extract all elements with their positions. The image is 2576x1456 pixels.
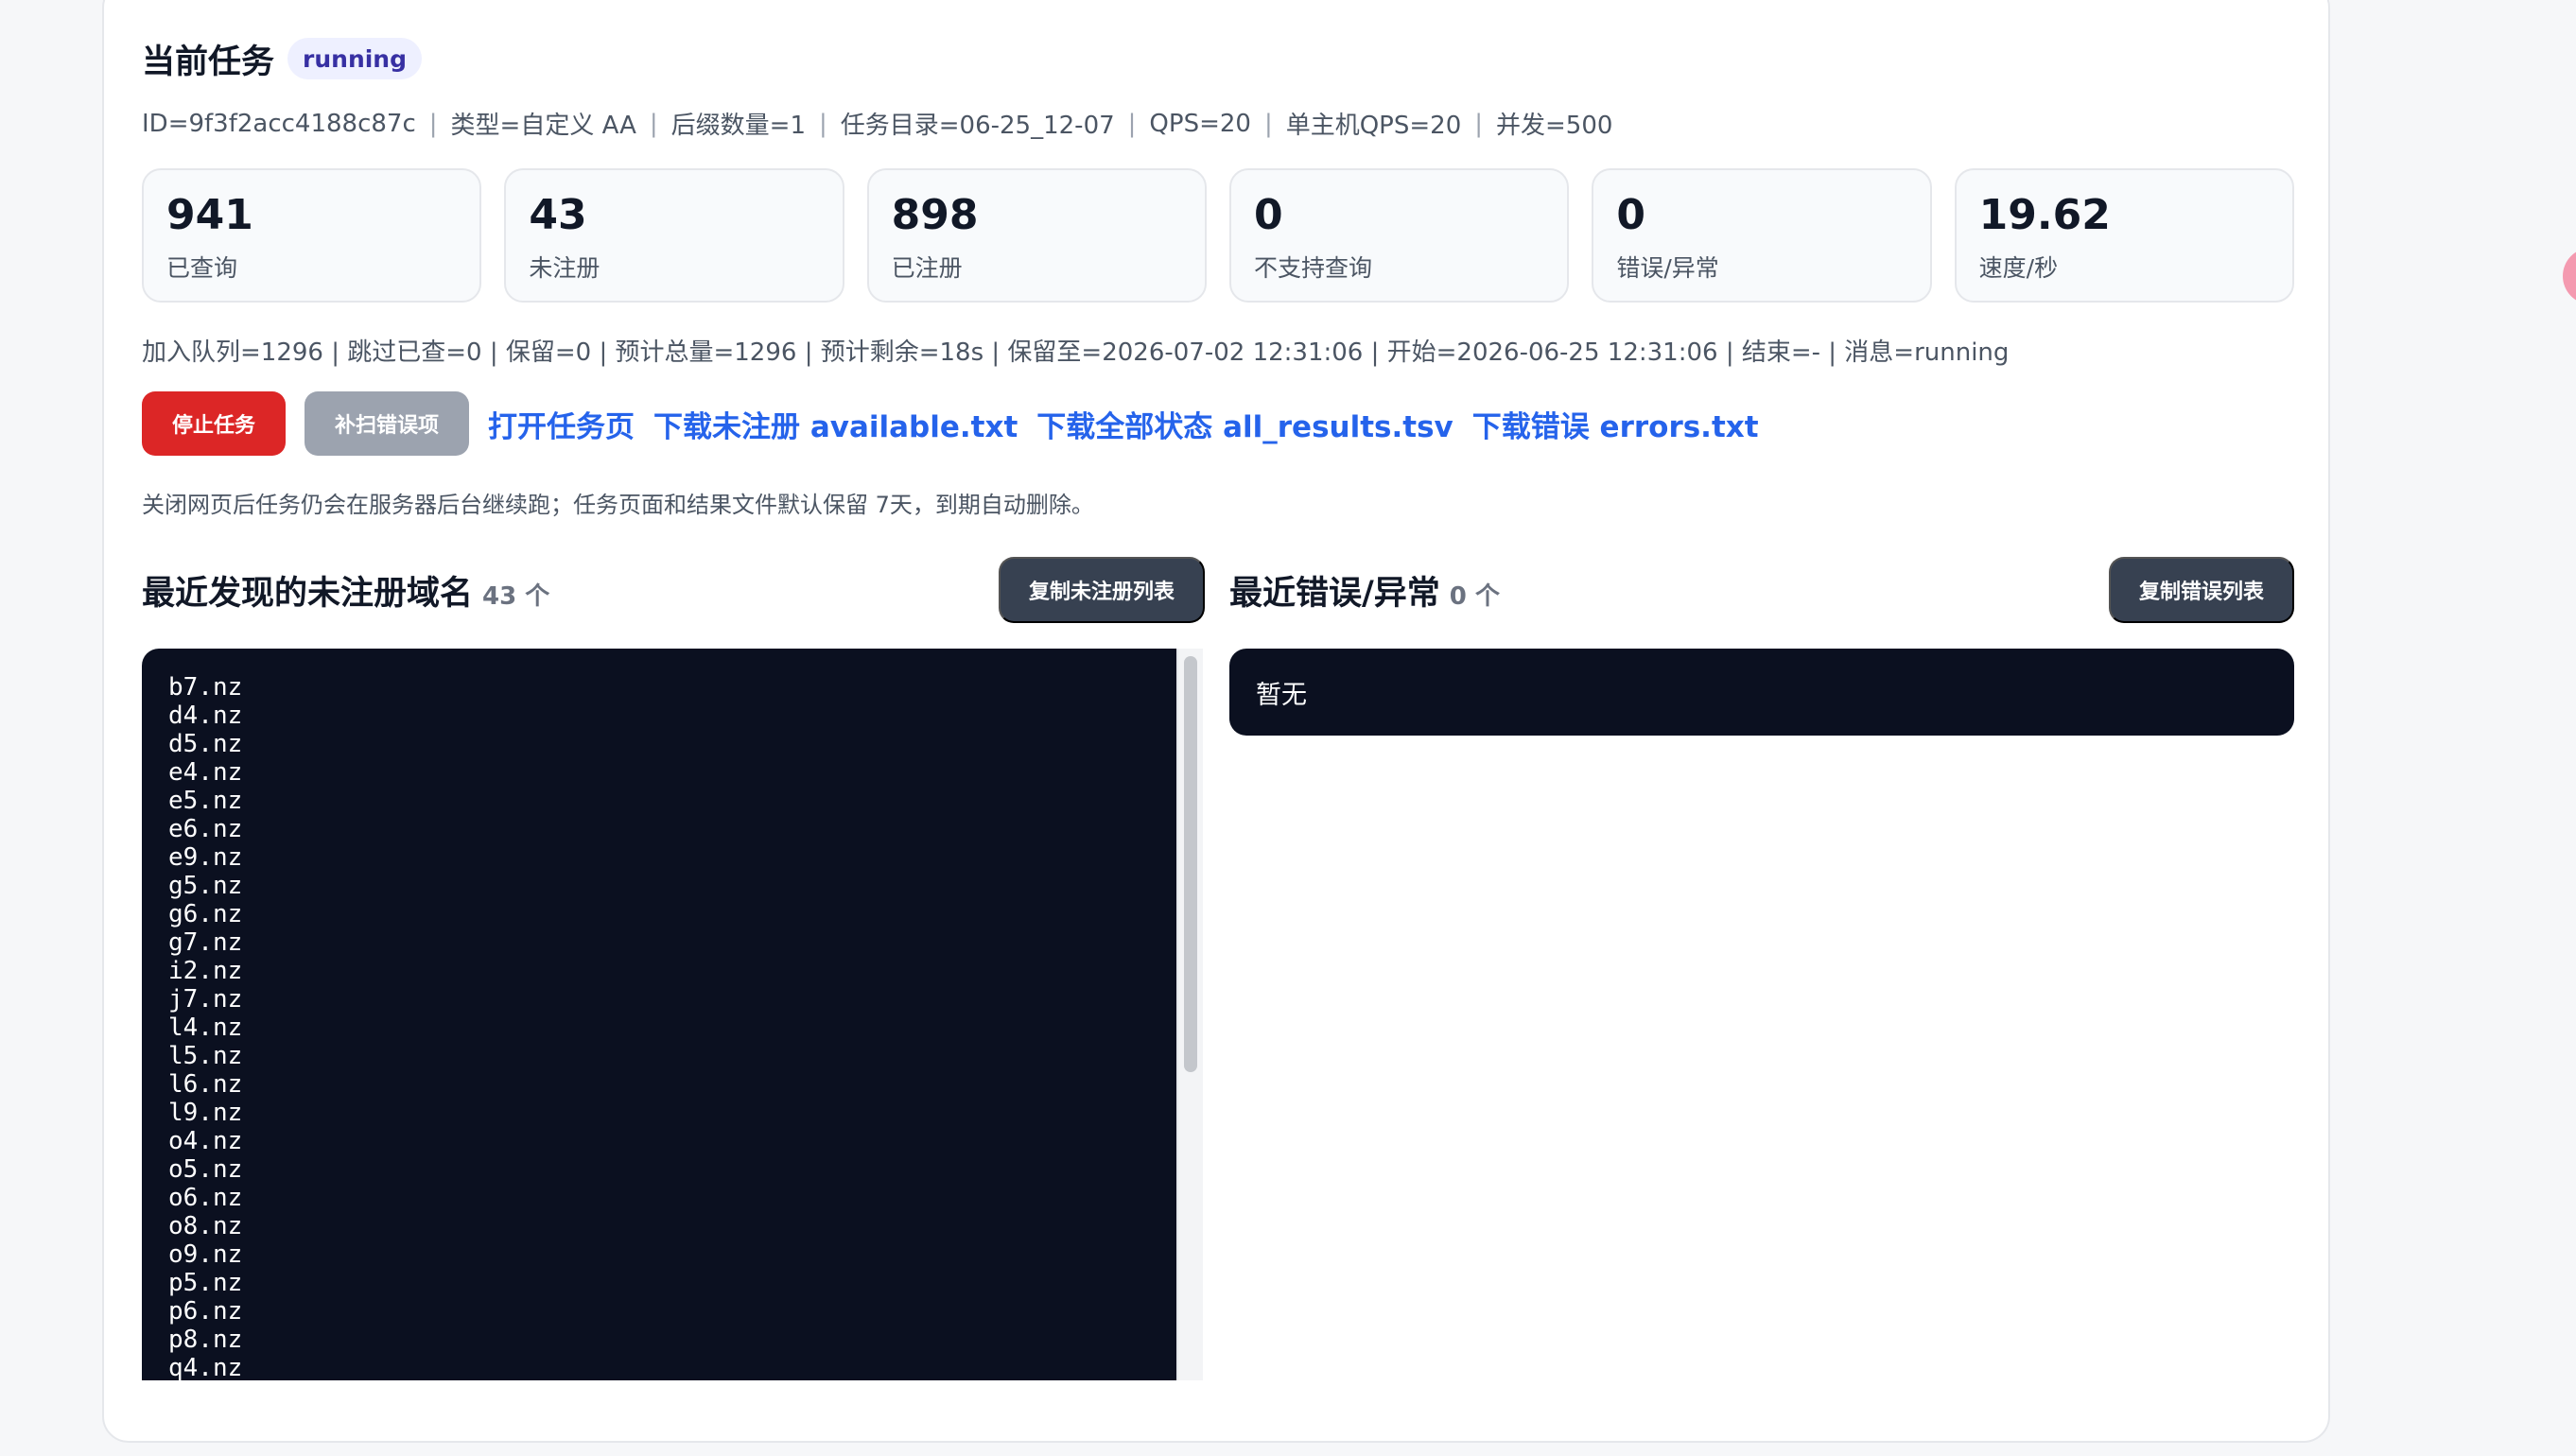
available-panel-title: 最近发现的未注册域名 43 个 (142, 566, 549, 615)
error-list: 暂无 (1229, 649, 2294, 736)
stat-label: 错误/异常 (1616, 254, 1719, 282)
list-item: e4.nz (168, 758, 243, 787)
download-available-link[interactable]: 下载未注册 available.txt (653, 403, 1018, 445)
rescan-errors-button[interactable]: 补扫错误项 (305, 391, 470, 456)
list-item: d4.nz (168, 702, 243, 730)
stat-value: 0 (1253, 191, 1283, 239)
list-item: e5.nz (168, 787, 243, 815)
list-item: e6.nz (168, 815, 243, 843)
list-item: o4.nz (168, 1127, 243, 1155)
stat-label: 速度/秒 (1978, 254, 2059, 282)
copy-errors-button[interactable]: 复制错误列表 (2108, 557, 2294, 623)
stat-speed: 19.62 速度/秒 (1954, 168, 2294, 303)
list-item: q4.nz (168, 1354, 243, 1380)
error-panel-title: 最近错误/异常 0 个 (1229, 566, 1500, 615)
list-item: g6.nz (168, 900, 243, 928)
stat-errors: 0 错误/异常 (1592, 168, 1932, 303)
available-count: 43 个 (482, 581, 550, 611)
stop-task-button[interactable]: 停止任务 (142, 391, 287, 456)
stat-registered: 898 已注册 (866, 168, 1207, 303)
list-item: o9.nz (168, 1240, 243, 1269)
separator: | (1263, 109, 1273, 138)
retention-note: 关闭网页后任务仍会在服务器后台继续跑；任务页面和结果文件默认保留 7天，到期自动… (142, 492, 1094, 518)
meta-qps: QPS=20 (1149, 109, 1251, 138)
meta-task-dir: 任务目录=06-25_12-07 (840, 112, 1115, 140)
stats-row: 941 已查询 43 未注册 898 已注册 0 不支持查询 0 错误/异常 1… (142, 168, 2294, 303)
list-item: i2.nz (168, 957, 243, 985)
list-item: g5.nz (168, 872, 243, 900)
copy-available-button[interactable]: 复制未注册列表 (998, 557, 1205, 623)
error-count: 0 个 (1449, 581, 1500, 611)
scrollbar-thumb[interactable] (1184, 656, 1197, 1072)
stat-value: 0 (1616, 191, 1645, 239)
stat-value: 19.62 (1978, 191, 2111, 239)
meta-concurrency: 并发=500 (1496, 112, 1613, 140)
list-item: p8.nz (168, 1326, 243, 1354)
separator: | (649, 109, 658, 138)
floating-avatar[interactable] (2563, 248, 2576, 304)
list-item: l5.nz (168, 1042, 243, 1070)
separator: | (819, 109, 827, 138)
list-item: p5.nz (168, 1269, 243, 1297)
domain-list-scrollbar[interactable] (1176, 649, 1203, 1380)
error-panel-header: 最近错误/异常 0 个 复制错误列表 (1229, 556, 2294, 624)
meta-host-qps: 单主机QPS=20 (1285, 112, 1462, 140)
stat-label: 未注册 (529, 254, 600, 282)
stat-available: 43 未注册 (504, 168, 844, 303)
list-item: o8.nz (168, 1212, 243, 1240)
meta-id: ID=9f3f2acc4188c87c (142, 109, 416, 138)
list-item: g7.nz (168, 928, 243, 957)
action-bar: 停止任务 补扫错误项 打开任务页 下载未注册 available.txt 下载全… (142, 391, 1759, 456)
stat-unsupported: 0 不支持查询 (1228, 168, 1570, 303)
task-header: 当前任务 running (142, 34, 423, 83)
list-item: l9.nz (168, 1099, 243, 1127)
task-meta: ID=9f3f2acc4188c87c | 类型=自定义 AA | 后缀数量=1 | … (142, 106, 1612, 141)
separator: | (428, 109, 438, 138)
stat-value: 898 (891, 191, 979, 239)
list-item: l4.nz (168, 1014, 243, 1042)
status-badge: running (287, 38, 423, 79)
list-item: e9.nz (168, 843, 243, 872)
panel-title-text: 最近发现的未注册域名 (142, 574, 474, 613)
list-item: o6.nz (168, 1184, 243, 1212)
available-domain-list[interactable]: b7.nz d4.nz d5.nz e4.nz e5.nz e6.nz e9.n… (142, 649, 1176, 1380)
download-all-results-link[interactable]: 下载全部状态 all_results.tsv (1036, 403, 1453, 445)
list-item: b7.nz (168, 673, 243, 702)
separator: | (1474, 109, 1484, 138)
list-item: j7.nz (168, 985, 243, 1014)
list-item: d5.nz (168, 730, 243, 758)
separator: | (1127, 109, 1137, 138)
stat-value: 941 (166, 191, 253, 239)
available-panel-header: 最近发现的未注册域名 43 个 复制未注册列表 (142, 556, 1205, 624)
meta-type: 类型=自定义 AA (450, 112, 636, 140)
panel-title-text: 最近错误/异常 (1229, 574, 1440, 613)
open-task-page-link[interactable]: 打开任务页 (488, 403, 635, 445)
list-item: o5.nz (168, 1155, 243, 1184)
task-summary: 加入队列=1296 | 跳过已查=0 | 保留=0 | 预计总量=1296 | … (142, 338, 2010, 367)
download-errors-link[interactable]: 下载错误 errors.txt (1472, 403, 1759, 445)
empty-state-text: 暂无 (1256, 680, 1307, 710)
stat-value: 43 (529, 191, 587, 239)
list-item: l6.nz (168, 1070, 243, 1099)
page-title: 当前任务 (142, 43, 275, 81)
meta-suffix-count: 后缀数量=1 (670, 112, 806, 140)
stat-queried: 941 已查询 (142, 168, 482, 303)
stat-label: 已注册 (891, 254, 963, 282)
stat-label: 已查询 (166, 254, 238, 282)
stat-label: 不支持查询 (1253, 254, 1372, 282)
list-item: p6.nz (168, 1297, 243, 1326)
